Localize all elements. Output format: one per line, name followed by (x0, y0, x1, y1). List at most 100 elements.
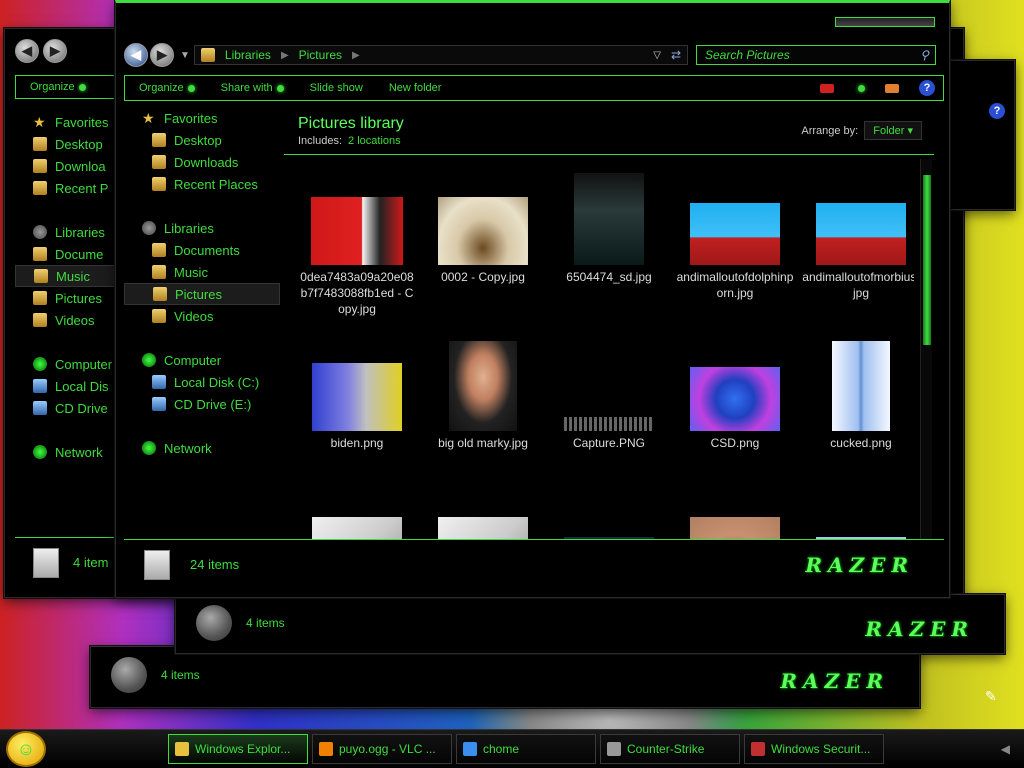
file-item[interactable]: CSD.png (672, 331, 798, 497)
nav-computer[interactable]: Computer (124, 349, 280, 371)
pictures-icon (33, 547, 59, 578)
taskbar-button[interactable]: chome (456, 734, 596, 764)
back-nav-item[interactable]: Downloa (15, 155, 115, 177)
address-field[interactable]: Libraries ▶ Pictures ▶ ▽ ⇄ (193, 45, 688, 65)
back-nav-item[interactable]: Local Dis (15, 375, 115, 397)
window-controls[interactable] (835, 17, 935, 27)
back-nav-item[interactable]: ★ Favorites (15, 111, 115, 133)
breadcrumb-libraries[interactable]: Libraries (225, 48, 271, 62)
view-options-icon[interactable] (820, 83, 834, 93)
file-item[interactable]: biden.png (294, 331, 420, 497)
nav-network[interactable]: Network (124, 437, 280, 459)
file-item[interactable]: 0002 - Copy.jpg (420, 165, 546, 331)
tray-expand-icon[interactable]: ◀ (1001, 742, 1010, 756)
scrollbar-thumb[interactable] (923, 175, 931, 345)
back-arrow-icon[interactable]: ◀ (124, 43, 148, 67)
back-nav-item[interactable]: Recent P (15, 177, 115, 199)
file-item[interactable]: andimalloutofdolphinporn.jpg (672, 165, 798, 331)
breadcrumb-separator-icon[interactable]: ▶ (352, 50, 360, 61)
view-dropdown-icon[interactable] (858, 84, 865, 92)
nav-downloads[interactable]: Downloads (124, 151, 280, 173)
taskbar-button[interactable]: puyo.ogg - VLC ... (312, 734, 452, 764)
back-nav-item[interactable]: Videos (15, 309, 115, 331)
status-bar: 24 items RAZER (124, 539, 944, 589)
nav-libraries[interactable]: Libraries (124, 217, 280, 239)
skin-thumbnail (690, 517, 780, 539)
taskbar-button[interactable]: Windows Explor... (168, 734, 308, 764)
search-icon[interactable]: ⚲ (920, 48, 929, 62)
app-icon (751, 742, 765, 756)
back-status-bar: 4 item (15, 537, 115, 587)
file-item[interactable]: Capture.PNG (546, 331, 672, 497)
file-item[interactable]: 0dea7483a09a20e08b7f7483088fb1ed - Copy.… (294, 165, 420, 331)
thumbnail-frame (307, 497, 407, 539)
back-nav-item[interactable]: Desktop (15, 133, 115, 155)
file-item[interactable] (798, 497, 914, 539)
pictures-icon (153, 287, 167, 301)
help-icon[interactable]: ? (989, 103, 1005, 119)
search-input[interactable]: Search Pictures ⚲ (696, 45, 936, 65)
pencil-icon[interactable]: ✎ (985, 688, 997, 705)
file-item[interactable]: 6504474_sd.jpg (546, 165, 672, 331)
arrange-by-dropdown[interactable]: Folder ▾ (864, 121, 922, 140)
back-nav-item[interactable]: Network (15, 441, 115, 463)
taskbar-button[interactable]: Windows Securit... (744, 734, 884, 764)
back-nav-item[interactable]: Docume (15, 243, 115, 265)
nav-recent-places[interactable]: Recent Places (124, 173, 280, 195)
taskbar-label: Windows Explor... (195, 742, 291, 756)
explorer-window-right[interactable]: ? (940, 60, 1015, 210)
forward-arrow-icon[interactable]: ▶ (150, 43, 174, 67)
nav-pictures[interactable]: Pictures (124, 283, 280, 305)
address-dropdown-icon[interactable]: ▽ (653, 50, 661, 61)
file-item[interactable] (294, 497, 420, 539)
nav-cd-drive[interactable]: CD Drive (E:) (124, 393, 280, 415)
history-dropdown-icon[interactable]: ▼ (180, 50, 190, 61)
help-icon[interactable]: ? (919, 80, 935, 96)
forward-arrow-icon[interactable]: ▶ (43, 39, 67, 63)
pictures-library-icon (144, 549, 170, 580)
nav-documents[interactable]: Documents (124, 239, 280, 261)
preview-pane-icon[interactable] (885, 83, 899, 93)
share-with-button[interactable]: Share with (221, 82, 284, 94)
back-nav-label: Computer (55, 356, 113, 372)
back-nav-item[interactable]: Pictures (15, 287, 115, 309)
start-button-smiley-icon[interactable]: ☺ (6, 731, 46, 767)
nav-desktop[interactable]: Desktop (124, 129, 280, 151)
taskbar-button[interactable]: Counter-Strike (600, 734, 740, 764)
back-nav-pane: ★ Favorites Desktop Downloa Recent P Librarie… (15, 111, 115, 463)
back-nav-item[interactable]: Computer (15, 353, 115, 375)
breadcrumb-pictures[interactable]: Pictures (299, 48, 342, 62)
taskbar-tasks: Windows Explor... puyo.ogg - VLC ... chome… (168, 734, 884, 764)
organize-button[interactable]: Organize (139, 82, 195, 94)
explorer-window-back-b[interactable]: 4 items RAZER (175, 594, 1005, 654)
back-arrow-icon[interactable]: ◀ (15, 39, 39, 63)
organize-button[interactable]: Organize (30, 81, 75, 93)
title-bar[interactable] (116, 3, 949, 41)
back-nav-item[interactable]: Libraries (15, 221, 115, 243)
file-name: 0002 - Copy.jpg (441, 270, 525, 284)
nav-videos[interactable]: Videos (124, 305, 280, 327)
file-item[interactable] (546, 497, 672, 539)
nav-favorites[interactable]: ★ Favorites (124, 107, 280, 129)
back-nav-item[interactable]: CD Drive (15, 397, 115, 419)
back-nav-item[interactable]: Music (15, 265, 115, 287)
explorer-window-back-c[interactable]: 4 items RAZER (90, 646, 920, 708)
back-nav-label: CD Drive (55, 400, 108, 416)
arrange-by: Arrange by: Folder ▾ (801, 121, 922, 140)
nav-local-disk[interactable]: Local Disk (C:) (124, 371, 280, 393)
vertical-scrollbar[interactable] (920, 159, 932, 539)
file-item[interactable]: big old marky.jpg (420, 331, 546, 497)
thumbnail-frame (685, 165, 785, 265)
file-item[interactable]: cucked.png (798, 331, 914, 497)
file-item[interactable] (672, 497, 798, 539)
new-folder-button[interactable]: New folder (389, 82, 442, 94)
thumbnail-frame (433, 165, 533, 265)
file-item[interactable] (420, 497, 546, 539)
nav-music[interactable]: Music (124, 261, 280, 283)
locations-link[interactable]: 2 locations (348, 135, 401, 147)
breadcrumb-separator-icon[interactable]: ▶ (281, 50, 289, 61)
slide-show-button[interactable]: Slide show (310, 82, 363, 94)
refresh-icon[interactable]: ⇄ (671, 48, 687, 62)
file-item[interactable]: andimalloutofmorbius.jpg (798, 165, 914, 331)
explorer-window-main[interactable]: ◀ ▶ ▼ Libraries ▶ Pictures ▶ ▽ ⇄ Search … (115, 0, 950, 598)
